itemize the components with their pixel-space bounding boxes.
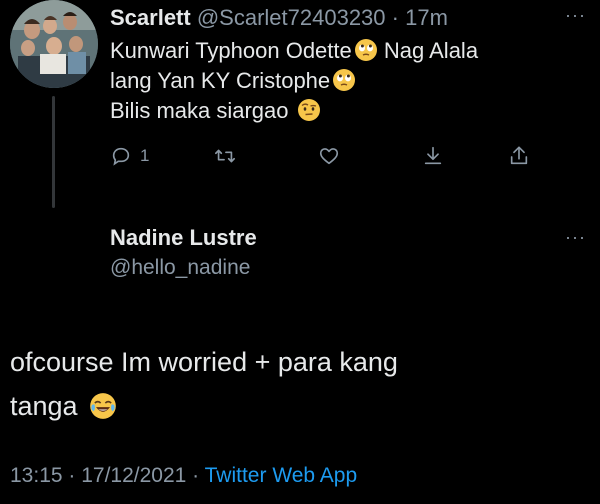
reply-tweet-header: Scarlett @Scarlet72403230 · 17m xyxy=(110,4,580,32)
retweet-action-button[interactable] xyxy=(214,140,236,172)
face-with-rolling-eyes-icon xyxy=(332,68,356,92)
main-tweet-text: ofcourse Im worried + para kang tanga xyxy=(10,340,580,428)
face-with-raised-eyebrow-icon xyxy=(297,98,321,122)
meta-separator-1: · xyxy=(62,464,82,487)
reply-separator: · xyxy=(391,5,399,30)
main-line-2-text: tanga xyxy=(10,391,86,421)
group-photo-avatar-image xyxy=(10,0,98,88)
reply-timestamp[interactable]: 17m xyxy=(405,5,448,30)
reply-tweet-actions: 1 xyxy=(110,140,550,172)
share-action-button[interactable] xyxy=(508,140,530,172)
main-text-line-1: ofcourse Im worried + para kang xyxy=(10,347,398,377)
main-tweet-time[interactable]: 13:15 xyxy=(10,464,63,487)
reply-count: 1 xyxy=(140,146,150,165)
reply-text-line-3: Bilis maka siargao xyxy=(110,96,580,126)
reply-text-line-1: Kunwari Typhoon Odette Nag Alala xyxy=(110,36,580,66)
reply-handle[interactable]: @Scarlet72403230 xyxy=(197,5,386,30)
reply-line-1-tail: Nag Alala xyxy=(377,38,479,63)
face-with-rolling-eyes-icon xyxy=(354,38,378,62)
bookmark-download-icon xyxy=(422,145,444,167)
retweet-icon xyxy=(214,145,236,167)
reply-display-name[interactable]: Scarlett xyxy=(110,5,191,30)
like-action-button[interactable] xyxy=(318,140,340,172)
bookmark-action-button[interactable] xyxy=(422,140,444,172)
scarlett-avatar[interactable] xyxy=(10,0,98,88)
nadine-avatar[interactable] xyxy=(10,208,98,296)
main-display-name[interactable]: Nadine Lustre xyxy=(110,224,257,252)
main-text-line-2: tanga xyxy=(10,384,580,428)
reply-icon xyxy=(110,145,132,167)
reply-action-button[interactable]: 1 xyxy=(110,140,149,172)
face-with-tears-of-joy-icon xyxy=(89,392,117,420)
reply-line-3-text: Bilis maka siargao xyxy=(110,98,295,123)
reply-text-line-2: lang Yan KY Cristophe xyxy=(110,66,580,96)
reply-line-2-text: lang Yan KY Cristophe xyxy=(110,68,331,93)
reply-tweet-text: Kunwari Typhoon Odette Nag Alala lang Ya… xyxy=(110,36,580,126)
share-icon xyxy=(508,145,530,167)
main-handle[interactable]: @hello_nadine xyxy=(110,254,250,282)
tweet-source-link[interactable]: Twitter Web App xyxy=(205,464,358,487)
like-icon xyxy=(318,145,340,167)
thread-connector-line xyxy=(52,96,55,208)
reply-line-1-text: Kunwari Typhoon Odette xyxy=(110,38,352,63)
main-more-options-button[interactable]: ··· xyxy=(565,228,586,246)
meta-separator-2: · xyxy=(186,464,205,487)
main-tweet-date[interactable]: 17/12/2021 xyxy=(81,464,186,487)
main-tweet-meta: 13:15 · 17/12/2021 · Twitter Web App xyxy=(10,462,357,490)
reply-more-options-button[interactable]: ··· xyxy=(565,6,586,24)
